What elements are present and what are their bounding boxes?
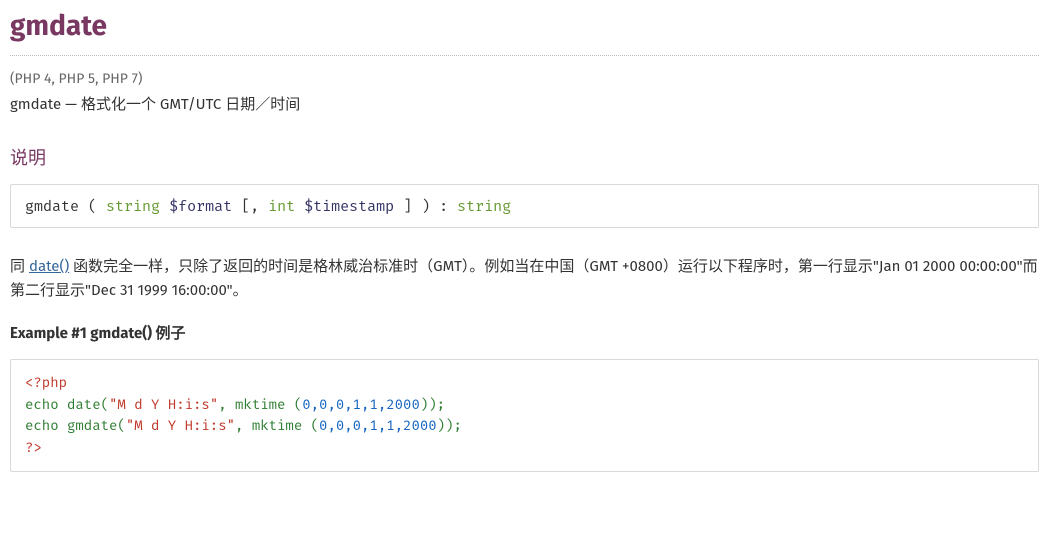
code-l2-echo: echo [25, 417, 67, 434]
code-l1-echo: echo [25, 396, 67, 413]
code-l1-fn: date [67, 396, 101, 413]
date-function-link[interactable]: date() [29, 257, 69, 275]
code-l2-op2: ( [311, 417, 319, 434]
synopsis-p1-type: string [106, 197, 160, 215]
code-l1-op2: ( [294, 396, 302, 413]
code-l2-comma: , [235, 417, 252, 434]
para-prefix: 同 [10, 257, 29, 275]
code-l1-fn2: mktime [235, 396, 294, 413]
code-l1-args: 0,0,0,1,1,2000 [302, 396, 420, 413]
para-rest: 函数完全一样，只除了返回的时间是格林威治标准时（GMT）。例如当在中国（GMT … [10, 257, 1038, 299]
section-description-heading: 说明 [10, 144, 1039, 170]
code-l2-fn: gmdate [67, 417, 117, 434]
synopsis-close: ] ) : [394, 197, 457, 215]
page-title: gmdate [10, 10, 1039, 56]
synopsis-fn-name: gmdate [25, 197, 79, 215]
code-l1-str: "M d Y H:i:s" [109, 396, 218, 413]
code-l1-close: )); [420, 396, 445, 413]
code-l2-fn2: mktime [252, 417, 311, 434]
description-paragraph: 同 date() 函数完全一样，只除了返回的时间是格林威治标准时（GMT）。例如… [10, 254, 1039, 302]
code-l1-op: ( [101, 396, 109, 413]
code-l1-comma: , [218, 396, 235, 413]
synopsis-mid: [, [232, 197, 268, 215]
code-l2-str: "M d Y H:i:s" [126, 417, 235, 434]
php-open-tag: <?php [25, 374, 67, 391]
synopsis-p2-type: int [268, 197, 295, 215]
php-versions: (PHP 4, PHP 5, PHP 7) [10, 70, 1039, 87]
code-l2-args: 0,0,0,1,1,2000 [319, 417, 437, 434]
synopsis-return-type: string [457, 197, 511, 215]
example-title: Example #1 gmdate() 例子 [10, 322, 1039, 343]
code-l2-close: )); [437, 417, 462, 434]
php-close-tag: ?> [25, 439, 42, 456]
function-synopsis: gmdate ( string $format [, int $timestam… [10, 184, 1039, 228]
code-example: <?php echo date("M d Y H:i:s", mktime (0… [10, 359, 1039, 472]
synopsis-open: ( [79, 197, 106, 215]
synopsis-p1-name: $format [169, 197, 232, 215]
synopsis-p2-name: $timestamp [304, 197, 394, 215]
code-l2-op: ( [117, 417, 125, 434]
function-purpose: gmdate — 格式化一个 GMT/UTC 日期／时间 [10, 93, 1039, 114]
